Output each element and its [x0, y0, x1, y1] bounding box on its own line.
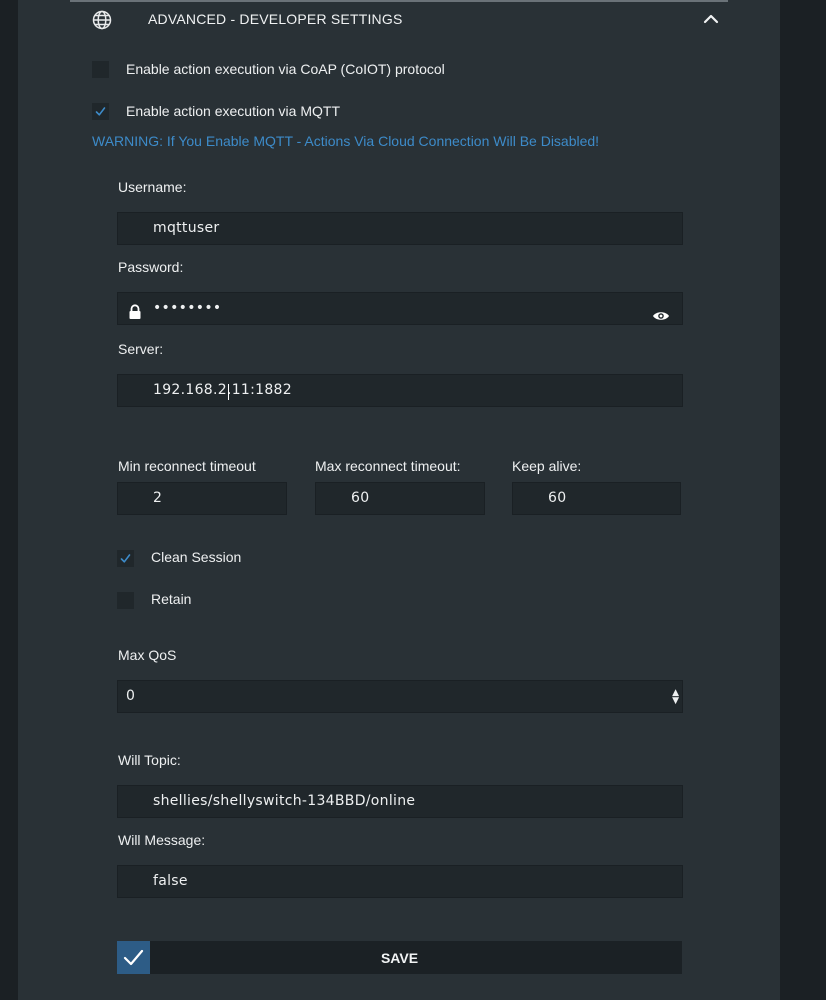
max-reconnect-field[interactable]: 60: [315, 482, 485, 515]
username-field[interactable]: mqttuser: [117, 212, 683, 245]
save-label: SAVE: [380, 950, 419, 966]
text-cursor: [228, 384, 229, 400]
keep-alive-label: Keep alive:: [512, 458, 582, 474]
keep-alive-value: 60: [548, 490, 567, 506]
keep-alive-field[interactable]: 60: [512, 482, 681, 515]
username-value: mqttuser: [153, 220, 220, 236]
will-topic-field[interactable]: shellies/shellyswitch-134BBD/online: [117, 785, 683, 818]
will-message-value: false: [153, 873, 188, 889]
password-label: Password:: [118, 259, 184, 275]
globe-icon: [92, 10, 112, 30]
server-label: Server:: [118, 341, 164, 357]
max-qos-value: 0: [126, 688, 136, 704]
eye-icon[interactable]: [652, 303, 670, 334]
will-message-field[interactable]: false: [117, 865, 683, 898]
server-field[interactable]: 192.168.2.11:1882: [117, 374, 683, 407]
will-topic-value: shellies/shellyswitch-134BBD/online: [153, 793, 416, 809]
check-icon: [120, 554, 131, 563]
section-title: ADVANCED - DEVELOPER SETTINGS: [148, 11, 403, 27]
coap-checkbox-label: Enable action execution via CoAP (CoIOT)…: [126, 61, 445, 77]
server-value: 192.168.2.11:1882: [153, 382, 292, 398]
clean-session-checkbox[interactable]: [117, 550, 134, 567]
will-message-label: Will Message:: [118, 832, 206, 848]
min-reconnect-value: 2: [153, 490, 163, 506]
clean-session-label: Clean Session: [151, 549, 242, 565]
username-label: Username:: [118, 179, 187, 195]
check-icon: [95, 107, 106, 116]
retain-checkbox[interactable]: [117, 592, 134, 609]
max-reconnect-value: 60: [351, 490, 370, 506]
password-field[interactable]: ••••••••: [117, 292, 683, 325]
max-qos-select[interactable]: 0 ▲ ▼: [117, 680, 683, 713]
coap-checkbox[interactable]: [92, 61, 109, 78]
min-reconnect-label: Min reconnect timeout: [118, 458, 256, 474]
select-arrows-icon: ▲ ▼: [672, 688, 679, 706]
will-topic-label: Will Topic:: [118, 752, 181, 768]
mqtt-warning: WARNING: If You Enable MQTT - Actions Vi…: [92, 133, 600, 149]
retain-label: Retain: [151, 591, 192, 607]
mqtt-checkbox-label: Enable action execution via MQTT: [126, 103, 340, 119]
save-button[interactable]: SAVE: [117, 941, 682, 974]
max-reconnect-label: Max reconnect timeout:: [315, 458, 461, 474]
lock-icon: [128, 301, 142, 332]
min-reconnect-field[interactable]: 2: [117, 482, 287, 515]
section-header[interactable]: ADVANCED - DEVELOPER SETTINGS: [70, 0, 728, 38]
mqtt-checkbox[interactable]: [92, 103, 109, 120]
password-value: ••••••••: [153, 300, 222, 316]
chevron-up-icon[interactable]: [702, 10, 720, 28]
max-qos-label: Max QoS: [118, 647, 177, 663]
